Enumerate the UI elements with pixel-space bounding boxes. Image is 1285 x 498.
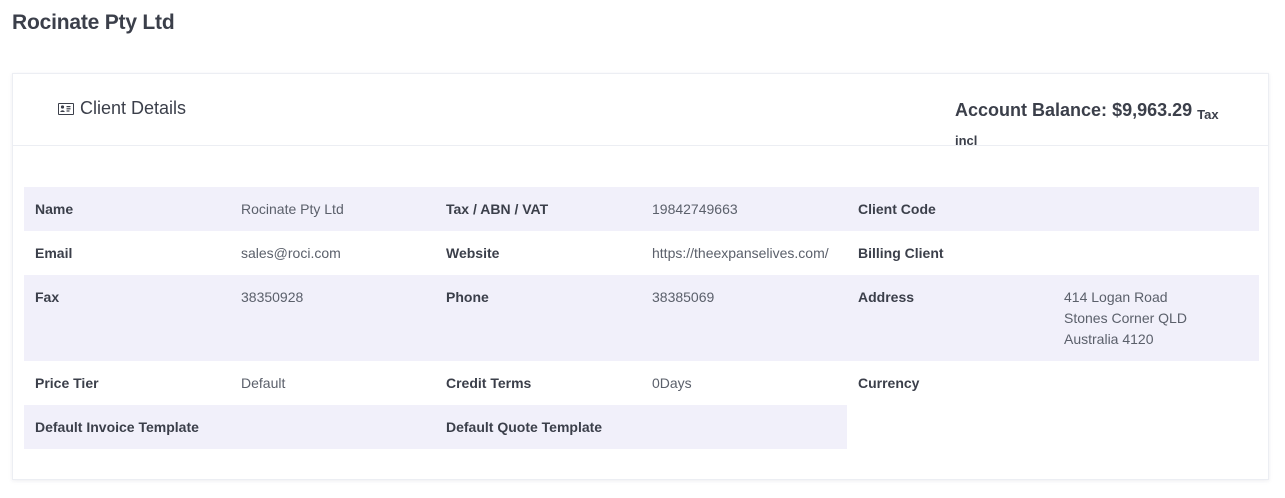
phone-label: Phone: [435, 275, 641, 361]
billing-client-value: [1053, 231, 1259, 275]
client-code-label: Client Code: [847, 187, 1053, 231]
phone-value: 38385069: [641, 275, 847, 361]
price-tier-value: Default: [241, 375, 286, 391]
invoice-template-label: Default Invoice Template: [24, 405, 230, 449]
balance-tax-suffix: Tax: [1197, 107, 1219, 122]
tax-value: 19842749663: [641, 187, 847, 231]
balance-incl-suffix: incl: [955, 133, 978, 148]
details-row: Fax 38350928 Phone 38385069 Address 414 …: [24, 275, 1259, 361]
credit-terms-label: Credit Terms: [446, 375, 532, 391]
fax-value: 38350928: [230, 275, 435, 361]
empty-cell: [1053, 405, 1259, 449]
account-balance: Account Balance: $9,963.29 Tax incl: [955, 98, 1245, 153]
id-card-icon: [58, 102, 74, 115]
invoice-template-value: [230, 405, 435, 449]
credit-terms-value: 0Days: [652, 375, 692, 391]
client-code-value: [1053, 187, 1259, 231]
billing-client-label: Billing Client: [858, 245, 944, 261]
address-line: Stones Corner QLD: [1064, 310, 1187, 326]
details-row: Default Invoice Template Default Quote T…: [24, 405, 1259, 449]
details-row: Name Rocinate Pty Ltd Tax / ABN / VAT 19…: [24, 187, 1259, 231]
name-label: Name: [24, 187, 230, 231]
page-title: Rocinate Pty Ltd: [12, 11, 175, 34]
address-label: Address: [847, 275, 1053, 361]
client-details-card: Client Details Account Balance: $9,963.2…: [12, 73, 1269, 480]
currency-value: [1053, 361, 1259, 405]
card-header: Client Details Account Balance: $9,963.2…: [13, 74, 1268, 148]
website-label: Website: [446, 245, 500, 261]
empty-cell: [847, 405, 1053, 449]
card-title-label: Client Details: [80, 98, 187, 118]
email-value: sales@roci.com: [241, 245, 341, 261]
price-tier-label: Price Tier: [35, 375, 99, 391]
balance-label: Account Balance:: [955, 100, 1108, 120]
tax-label: Tax / ABN / VAT: [435, 187, 641, 231]
address-line: Australia 4120: [1064, 331, 1154, 347]
website-value: https://theexpanselives.com/: [652, 245, 829, 261]
quote-template-label: Default Quote Template: [435, 405, 641, 449]
details-row: Email sales@roci.com Website https://the…: [24, 231, 1259, 275]
card-title: Client Details: [58, 98, 186, 119]
currency-label: Currency: [858, 375, 920, 391]
address-line: 414 Logan Road: [1064, 289, 1168, 305]
fax-label: Fax: [24, 275, 230, 361]
quote-template-value: [641, 405, 847, 449]
balance-value: $9,963.29: [1112, 100, 1193, 120]
address-value: 414 Logan Road Stones Corner QLD Austral…: [1053, 275, 1259, 361]
name-value: Rocinate Pty Ltd: [230, 187, 435, 231]
details-grid: Name Rocinate Pty Ltd Tax / ABN / VAT 19…: [24, 187, 1259, 449]
details-row: Price Tier Default Credit Terms 0Days Cu…: [24, 361, 1259, 405]
email-label: Email: [35, 245, 73, 261]
